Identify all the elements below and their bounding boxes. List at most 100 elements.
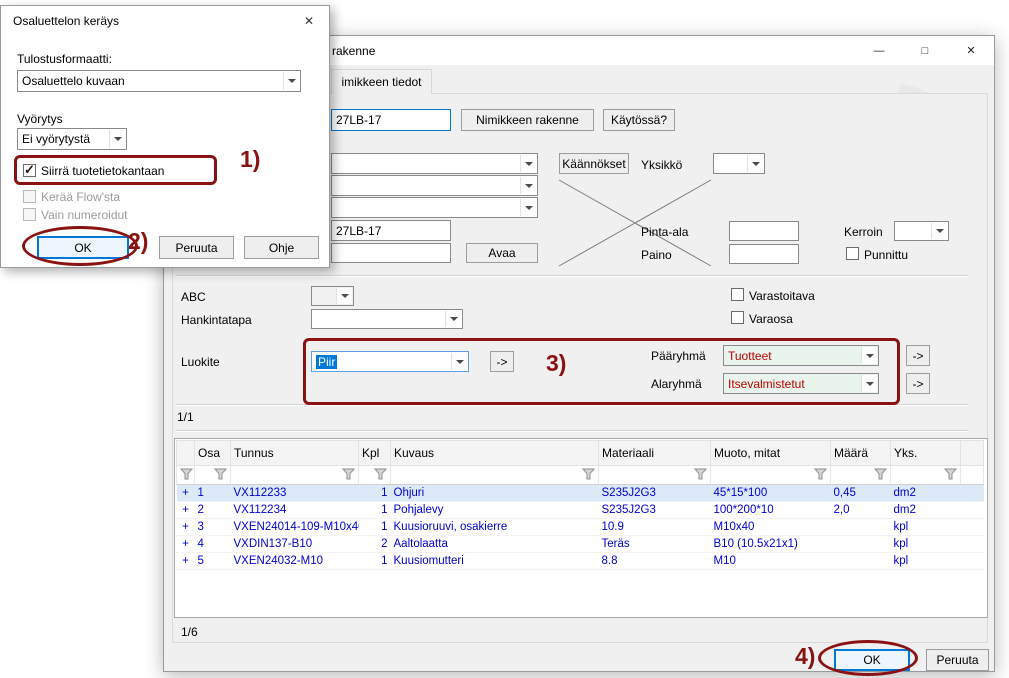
table-row[interactable]: +4VXDIN137-B102AaltolaattaTeräsB10 (10.5… [177,536,984,553]
row-expand-toggle[interactable]: + [177,536,195,553]
table-row[interactable]: +5VXEN24032-M101Kuusiomutteri8.8M10kpl [177,553,984,570]
chevron-down-icon [336,288,352,304]
item-code-input[interactable] [331,109,451,131]
ok-button[interactable]: OK [834,649,910,671]
weight-input[interactable] [729,244,799,264]
table-cell [831,553,891,570]
tab-item-details[interactable]: imikkeen tiedot [331,69,432,94]
classification-select[interactable]: Piir [311,351,469,372]
table-cell: 45*15*100 [711,485,831,502]
filter-icon[interactable] [180,468,193,480]
abc-select[interactable] [311,286,354,306]
filter-cell[interactable] [359,466,391,485]
filter-icon[interactable] [814,468,827,480]
close-icon[interactable]: ✕ [948,36,994,65]
only-numbered-label: Vain numeroidut [41,208,128,222]
col-maara[interactable]: Määrä [831,441,891,466]
translations-button[interactable]: Käännökset [559,153,629,174]
table-cell: Kuusiomutteri [391,553,599,570]
col-materiaali[interactable]: Materiaali [599,441,711,466]
table-row[interactable]: +2VX1122341PohjalevyS235J2G3100*200*102,… [177,502,984,519]
row-expand-toggle[interactable]: + [177,485,195,502]
procurement-select[interactable] [311,309,463,329]
filter-icon[interactable] [694,468,707,480]
stockable-label: Varastoitava [749,289,815,303]
table-cell: 1 [359,485,391,502]
table-row[interactable]: +3VXEN24014-109-M10x401Kuusioruuvi, osak… [177,519,984,536]
table-cell [831,519,891,536]
row-expand-toggle[interactable]: + [177,553,195,570]
description-select-3[interactable] [331,197,538,218]
filter-cell[interactable] [891,466,961,485]
description-select-1[interactable] [331,153,538,174]
col-osa[interactable]: Osa [195,441,231,466]
col-kuvaus[interactable]: Kuvaus [391,441,599,466]
table-cell: Aaltolaatta [391,536,599,553]
only-numbered-checkbox [23,208,36,221]
maximize-button[interactable]: □ [902,36,948,65]
col-tunnus[interactable]: Tunnus [231,441,359,466]
stockable-checkbox[interactable] [731,288,744,301]
col-expand[interactable] [177,441,195,466]
row-expand-toggle[interactable]: + [177,502,195,519]
item-code-input-3[interactable] [331,243,451,263]
in-use-button[interactable]: Käytössä? [603,109,675,131]
cancel-button[interactable]: Peruuta [159,236,234,259]
cancel-button[interactable]: Peruuta [926,649,989,671]
filter-icon[interactable] [342,468,355,480]
item-structure-button[interactable]: Nimikkeen rakenne [461,109,594,131]
help-button[interactable]: Ohje [244,236,319,259]
collect-flow-label: Kerää Flow'sta [41,190,120,204]
sub-group-arrow-button[interactable]: -> [906,373,930,394]
print-format-label: Tulostusformaatti: [17,52,112,66]
row-expand-toggle[interactable]: + [177,519,195,536]
minimize-button[interactable]: — [856,36,902,65]
description-select-2[interactable] [331,175,538,196]
main-group-label: Pääryhmä [651,349,706,363]
filter-icon[interactable] [374,468,387,480]
filter-cell[interactable] [391,466,599,485]
close-icon[interactable]: ✕ [297,12,321,30]
item-code-input-2[interactable] [331,220,451,241]
table-cell: 1 [359,553,391,570]
table-cell: kpl [891,536,961,553]
table-cell: 2,0 [831,502,891,519]
table-cell: S235J2G3 [599,502,711,519]
area-input[interactable] [729,221,799,241]
filter-cell[interactable] [177,466,195,485]
multiplier-select[interactable] [894,221,949,241]
table-cell [961,485,984,502]
filter-cell[interactable] [599,466,711,485]
filter-icon[interactable] [214,468,227,480]
main-group-select[interactable]: Tuotteet [723,345,879,366]
sub-group-select[interactable]: Itsevalmistetut [723,373,879,394]
filter-cell[interactable] [711,466,831,485]
table-cell: 2 [359,536,391,553]
ok-button[interactable]: OK [37,236,129,259]
col-kpl[interactable]: Kpl [359,441,391,466]
classification-arrow-button[interactable]: -> [490,351,514,372]
unit-label: Yksikkö [641,158,682,172]
window-controls: — □ ✕ [856,36,994,65]
open-button[interactable]: Avaa [466,243,538,263]
rollup-select[interactable]: Ei vyörytystä [17,128,127,150]
transfer-db-checkbox[interactable] [23,164,36,177]
filter-cell-filler [961,466,984,485]
separator-line [176,430,968,432]
partlist-collect-dialog: Osaluettelon keräys ✕ Tulostusformaatti:… [0,5,330,268]
print-format-select[interactable]: Osaluettelo kuvaan [17,70,301,92]
col-yks[interactable]: Yks. [891,441,961,466]
table-row[interactable]: +1VX1122331OhjuriS235J2G345*15*1000,45dm… [177,485,984,502]
filter-cell[interactable] [195,466,231,485]
filter-icon[interactable] [582,468,595,480]
main-group-arrow-button[interactable]: -> [906,345,930,366]
spare-part-checkbox[interactable] [731,311,744,324]
classification-label: Luokite [181,355,220,369]
col-muoto-mitat[interactable]: Muoto, mitat [711,441,831,466]
weighed-checkbox[interactable] [846,247,859,260]
filter-cell[interactable] [831,466,891,485]
filter-icon[interactable] [944,468,957,480]
unit-select[interactable] [713,153,765,174]
filter-cell[interactable] [231,466,359,485]
filter-icon[interactable] [874,468,887,480]
